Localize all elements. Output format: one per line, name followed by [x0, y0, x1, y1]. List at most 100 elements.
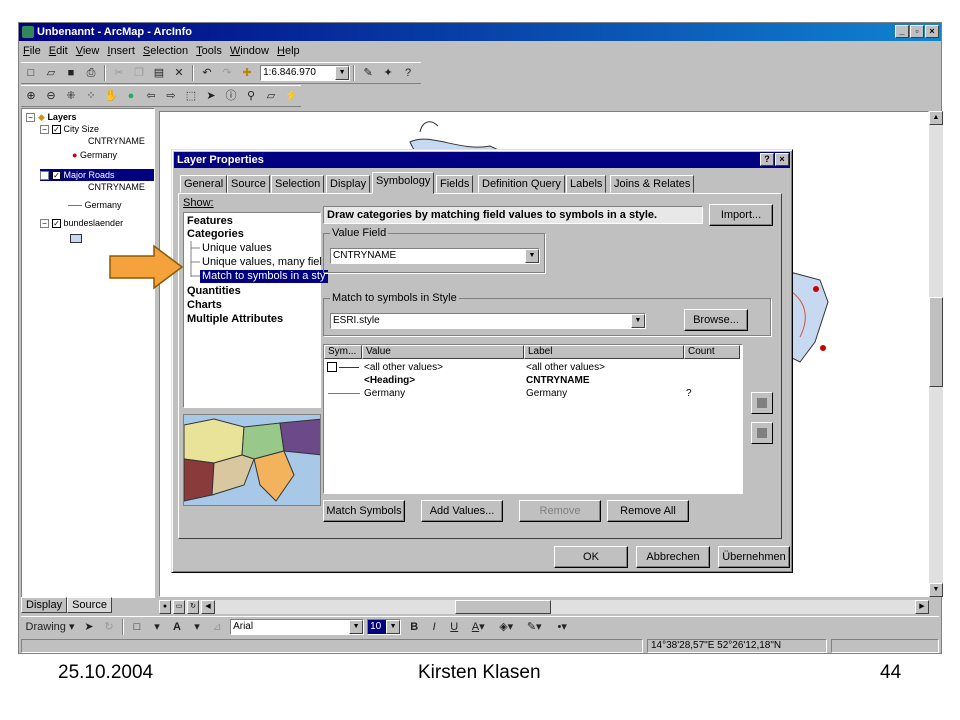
column-header-count[interactable]: Count [684, 345, 740, 359]
column-header-symbol[interactable]: Sym... [324, 345, 362, 359]
layout-view-icon[interactable]: ▭ [173, 600, 185, 614]
tab-general[interactable]: General [180, 175, 228, 193]
full-extent-icon[interactable]: ● [122, 87, 140, 105]
identify-icon[interactable]: ⓘ [222, 87, 240, 105]
tab-labels[interactable]: Labels [566, 175, 607, 193]
scroll-right-icon[interactable]: ▶ [915, 600, 929, 614]
scroll-down-icon[interactable]: ▼ [929, 583, 943, 597]
forward-extent-icon[interactable]: ⇨ [162, 87, 180, 105]
font-size-combo[interactable]: 10 ▼ [367, 619, 402, 635]
table-row[interactable]: Germany Germany ? [324, 387, 742, 400]
table-row[interactable]: <Heading> CNTRYNAME [324, 374, 742, 387]
zoom-out-icon[interactable]: ⊖ [42, 87, 60, 105]
move-up-button[interactable] [751, 392, 773, 414]
chevron-down-icon[interactable]: ▼ [631, 314, 645, 328]
menu-file[interactable]: File [19, 42, 45, 60]
show-item-multiple-attributes[interactable]: Multiple Attributes [187, 313, 283, 326]
fixed-zoom-in-icon[interactable]: ⁜ [62, 87, 80, 105]
ok-button[interactable]: OK [554, 546, 628, 568]
tab-source[interactable]: Source [227, 175, 270, 193]
row-checkbox[interactable] [327, 362, 337, 372]
back-extent-icon[interactable]: ⇦ [142, 87, 160, 105]
map-vertical-scrollbar[interactable]: ▲ ▼ [929, 111, 943, 597]
drawing-menu[interactable]: Drawing ▾ [22, 618, 78, 636]
remove-all-button[interactable]: Remove All [607, 500, 689, 522]
undo-icon[interactable]: ↶ [198, 64, 216, 82]
collapse-icon[interactable]: − [40, 219, 49, 229]
chevron-down-icon[interactable]: ▼ [349, 620, 364, 634]
map-horizontal-scrollbar[interactable]: ● ▭ ↻ ◀ ▶ [159, 600, 929, 614]
tab-display[interactable]: Display [21, 597, 68, 613]
show-item-categories[interactable]: Categories [187, 228, 244, 241]
select-features-icon[interactable]: ⬚ [182, 87, 200, 105]
tab-joins-relates[interactable]: Joins & Relates [610, 175, 695, 193]
import-button[interactable]: Import... [709, 204, 773, 226]
layer-visibility-checkbox[interactable]: ✓ [52, 171, 61, 181]
redo-icon[interactable]: ↷ [218, 64, 236, 82]
collapse-icon[interactable]: − [40, 171, 49, 181]
line-color-icon[interactable]: ✎▾ [521, 618, 547, 636]
underline-icon[interactable]: U [445, 618, 463, 636]
dropdown-icon[interactable]: ▾ [148, 618, 166, 636]
menu-help[interactable]: Help [273, 42, 304, 60]
open-folder-icon[interactable]: ▱ [42, 64, 60, 82]
show-item-unique-values[interactable]: Unique values [202, 242, 272, 255]
editor-icon[interactable]: ✎ [359, 64, 377, 82]
scroll-up-icon[interactable]: ▲ [929, 111, 943, 125]
cut-icon[interactable]: ✂ [110, 64, 128, 82]
measure-icon[interactable]: ⏥ [262, 87, 280, 105]
add-data-icon[interactable]: ✚ [238, 64, 256, 82]
tab-display[interactable]: Display [326, 175, 371, 193]
save-icon[interactable]: ■ [62, 64, 80, 82]
tab-selection[interactable]: Selection [271, 175, 325, 193]
tab-source[interactable]: Source [67, 597, 112, 613]
edit-vertices-icon[interactable]: ⊿ [208, 618, 226, 636]
show-item-unique-values-many-fields[interactable]: Unique values, many fiel [202, 256, 322, 269]
tab-definition-query[interactable]: Definition Query [478, 175, 565, 193]
pan-icon[interactable]: ✋ [102, 87, 120, 105]
value-field-select[interactable]: CNTRYNAME ▼ [330, 248, 540, 264]
move-down-button[interactable] [751, 422, 773, 444]
new-document-icon[interactable]: □ [22, 64, 40, 82]
chevron-down-icon[interactable]: ▼ [525, 249, 539, 263]
minimize-button[interactable]: _ [895, 25, 909, 38]
hyperlink-icon[interactable]: ⚡ [282, 87, 300, 105]
new-text-icon[interactable]: A [168, 618, 186, 636]
show-item-match-to-symbols[interactable]: Match to symbols in a sty [200, 270, 328, 283]
menu-edit[interactable]: Edit [45, 42, 72, 60]
toc-layer-city-size[interactable]: − ✓ City Size [40, 123, 99, 135]
map-scale-combo[interactable]: 1:6.846.970 ▼ [260, 65, 351, 81]
select-elements-icon[interactable]: ➤ [80, 618, 98, 636]
marker-color-icon[interactable]: •▾ [549, 618, 575, 636]
scroll-left-icon[interactable]: ◀ [201, 600, 215, 614]
column-header-value[interactable]: Value [362, 345, 524, 359]
values-table[interactable]: Sym... Value Label Count <all other valu… [323, 344, 743, 494]
chevron-down-icon[interactable]: ▼ [386, 620, 401, 634]
apply-button[interactable]: Übernehmen [718, 546, 790, 568]
menu-tools[interactable]: Tools [192, 42, 226, 60]
column-header-label[interactable]: Label [524, 345, 684, 359]
menu-view[interactable]: View [72, 42, 104, 60]
scroll-thumb[interactable] [929, 297, 943, 387]
collapse-icon[interactable]: − [26, 113, 35, 123]
chevron-down-icon[interactable]: ▼ [335, 66, 350, 80]
menu-insert[interactable]: Insert [103, 42, 139, 60]
maximize-button[interactable]: ▫ [910, 25, 924, 38]
rectangle-icon[interactable]: □ [128, 618, 146, 636]
toc-root[interactable]: − ◆ Layers [26, 111, 76, 123]
toc-layer-major-roads[interactable]: − ✓ Major Roads [40, 169, 154, 181]
font-color-icon[interactable]: A▾ [465, 618, 491, 636]
bold-icon[interactable]: B [405, 618, 423, 636]
close-button[interactable]: × [925, 25, 939, 38]
italic-icon[interactable]: I [425, 618, 443, 636]
cancel-button[interactable]: Abbrechen [636, 546, 710, 568]
find-icon[interactable]: ⚲ [242, 87, 260, 105]
match-symbols-button[interactable]: Match Symbols [323, 500, 405, 522]
toc-layer-bundeslaender[interactable]: − ✓ bundeslaender [40, 217, 123, 229]
rotate-icon[interactable]: ↻ [100, 618, 118, 636]
menu-window[interactable]: Window [226, 42, 273, 60]
select-elements-icon[interactable]: ➤ [202, 87, 220, 105]
help-icon[interactable]: ? [760, 153, 774, 166]
print-icon[interactable]: ⎙ [82, 64, 100, 82]
remove-button[interactable]: Remove [519, 500, 601, 522]
